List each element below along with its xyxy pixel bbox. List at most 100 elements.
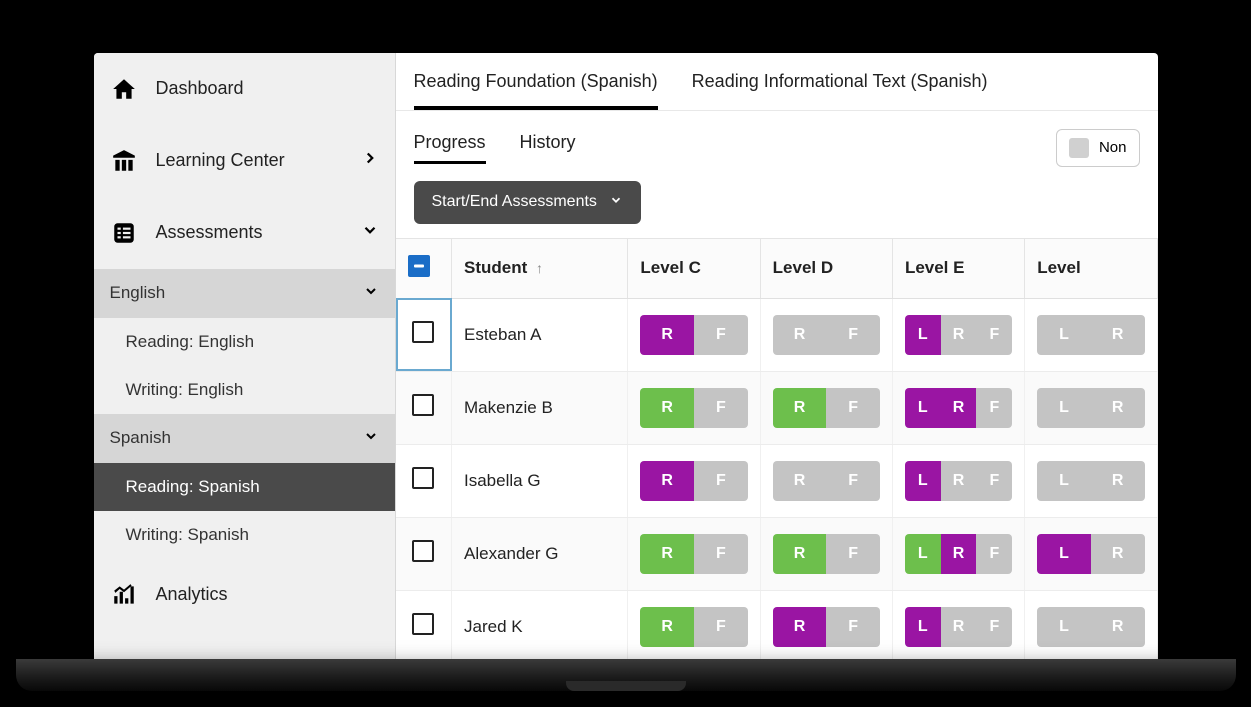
progress-segment[interactable]: L [905, 315, 941, 355]
row-checkbox-cell[interactable] [396, 444, 452, 517]
progress-segment[interactable]: F [826, 461, 880, 501]
progress-segment[interactable]: R [773, 315, 827, 355]
progress-segment[interactable]: F [976, 534, 1012, 574]
tab-progress[interactable]: Progress [414, 132, 486, 164]
progress-segment[interactable]: F [694, 607, 748, 647]
level-cell[interactable]: LR [1025, 517, 1157, 590]
progress-segment[interactable]: L [905, 607, 941, 647]
row-checkbox-cell[interactable] [396, 298, 452, 371]
sidebar-item-reading-spanish[interactable]: Reading: Spanish [94, 463, 395, 511]
sidebar-item-learning-center[interactable]: Learning Center [94, 125, 395, 197]
level-cell[interactable]: RF [760, 444, 892, 517]
progress-segment[interactable]: F [826, 534, 880, 574]
progress-segment[interactable]: F [826, 315, 880, 355]
checkbox-icon[interactable] [412, 467, 434, 489]
progress-segment[interactable]: R [941, 388, 977, 428]
tab-history[interactable]: History [520, 132, 576, 164]
tab-reading-informational[interactable]: Reading Informational Text (Spanish) [692, 71, 988, 110]
progress-segment[interactable]: R [1091, 315, 1145, 355]
progress-segment[interactable]: F [694, 315, 748, 355]
progress-segment[interactable]: F [694, 388, 748, 428]
table-wrapper[interactable]: Student ↑ Level C Level D Level E Level … [396, 238, 1158, 673]
checkbox-icon[interactable] [412, 540, 434, 562]
row-checkbox-cell[interactable] [396, 590, 452, 663]
sidebar-item-assessments[interactable]: Assessments [94, 197, 395, 269]
level-cell[interactable]: RF [628, 298, 760, 371]
column-header-level-f[interactable]: Level [1025, 239, 1157, 299]
progress-segment[interactable]: F [976, 388, 1012, 428]
level-cell[interactable]: LRF [892, 444, 1024, 517]
progress-segment[interactable]: R [773, 388, 827, 428]
level-cell[interactable]: LRF [892, 517, 1024, 590]
sidebar-item-reading-english[interactable]: Reading: English [94, 318, 395, 366]
start-end-assessments-button[interactable]: Start/End Assessments [414, 181, 641, 224]
checkbox-icon[interactable] [412, 613, 434, 635]
progress-segment[interactable]: L [1037, 315, 1091, 355]
column-header-level-e[interactable]: Level E [892, 239, 1024, 299]
column-header-level-c[interactable]: Level C [628, 239, 760, 299]
progress-segment[interactable]: L [905, 534, 941, 574]
progress-segment[interactable]: L [905, 461, 941, 501]
sidebar-item-writing-english[interactable]: Writing: English [94, 366, 395, 414]
level-cell[interactable]: LR [1025, 590, 1157, 663]
progress-segment[interactable]: L [1037, 534, 1091, 574]
row-checkbox-cell[interactable] [396, 371, 452, 444]
progress-segment[interactable]: F [694, 461, 748, 501]
level-cell[interactable]: LRF [892, 371, 1024, 444]
progress-segment[interactable]: F [826, 607, 880, 647]
progress-segment[interactable]: F [826, 388, 880, 428]
progress-segment[interactable]: R [640, 534, 694, 574]
progress-segment[interactable]: R [941, 315, 977, 355]
sidebar-item-analytics[interactable]: Analytics [94, 559, 395, 631]
progress-segment[interactable]: F [976, 461, 1012, 501]
progress-segment[interactable]: R [1091, 534, 1145, 574]
level-cell[interactable]: RF [628, 444, 760, 517]
level-cell[interactable]: RF [760, 298, 892, 371]
level-cell[interactable]: RF [628, 371, 760, 444]
filter-dropdown[interactable]: Non [1056, 129, 1140, 167]
row-checkbox-cell[interactable] [396, 517, 452, 590]
progress-segment[interactable]: R [1091, 388, 1145, 428]
progress-segment[interactable]: F [694, 534, 748, 574]
progress-segment[interactable]: R [640, 607, 694, 647]
level-cell[interactable]: RF [760, 590, 892, 663]
checkbox-indeterminate-icon[interactable] [408, 255, 430, 277]
level-cell[interactable]: RF [760, 371, 892, 444]
sidebar-item-writing-spanish[interactable]: Writing: Spanish [94, 511, 395, 559]
progress-segment[interactable]: R [640, 315, 694, 355]
tab-reading-foundation[interactable]: Reading Foundation (Spanish) [414, 71, 658, 110]
progress-segment[interactable]: R [773, 461, 827, 501]
progress-segment[interactable]: R [941, 534, 977, 574]
progress-segment[interactable]: R [941, 461, 977, 501]
column-header-student[interactable]: Student ↑ [452, 239, 628, 299]
progress-segment[interactable]: L [1037, 388, 1091, 428]
progress-segment[interactable]: R [1091, 461, 1145, 501]
sidebar-group-spanish[interactable]: Spanish [94, 414, 395, 463]
select-all-header[interactable] [396, 239, 452, 299]
nav-label: Analytics [156, 584, 228, 605]
sidebar-group-english[interactable]: English [94, 269, 395, 318]
level-cell[interactable]: LR [1025, 444, 1157, 517]
progress-segment[interactable]: R [1091, 607, 1145, 647]
checkbox-icon[interactable] [412, 394, 434, 416]
progress-segment[interactable]: R [941, 607, 977, 647]
progress-segment[interactable]: L [1037, 461, 1091, 501]
column-header-level-d[interactable]: Level D [760, 239, 892, 299]
progress-segment[interactable]: F [976, 607, 1012, 647]
progress-segment[interactable]: L [1037, 607, 1091, 647]
level-cell[interactable]: LRF [892, 298, 1024, 371]
level-cell[interactable]: RF [760, 517, 892, 590]
progress-segment[interactable]: R [773, 534, 827, 574]
progress-segment[interactable]: R [640, 461, 694, 501]
level-cell[interactable]: RF [628, 517, 760, 590]
level-cell[interactable]: RF [628, 590, 760, 663]
level-cell[interactable]: LR [1025, 298, 1157, 371]
level-cell[interactable]: LR [1025, 371, 1157, 444]
progress-segment[interactable]: F [976, 315, 1012, 355]
progress-segment[interactable]: L [905, 388, 941, 428]
sidebar-item-dashboard[interactable]: Dashboard [94, 53, 395, 125]
progress-segment[interactable]: R [773, 607, 827, 647]
progress-segment[interactable]: R [640, 388, 694, 428]
level-cell[interactable]: LRF [892, 590, 1024, 663]
checkbox-icon[interactable] [412, 321, 434, 343]
